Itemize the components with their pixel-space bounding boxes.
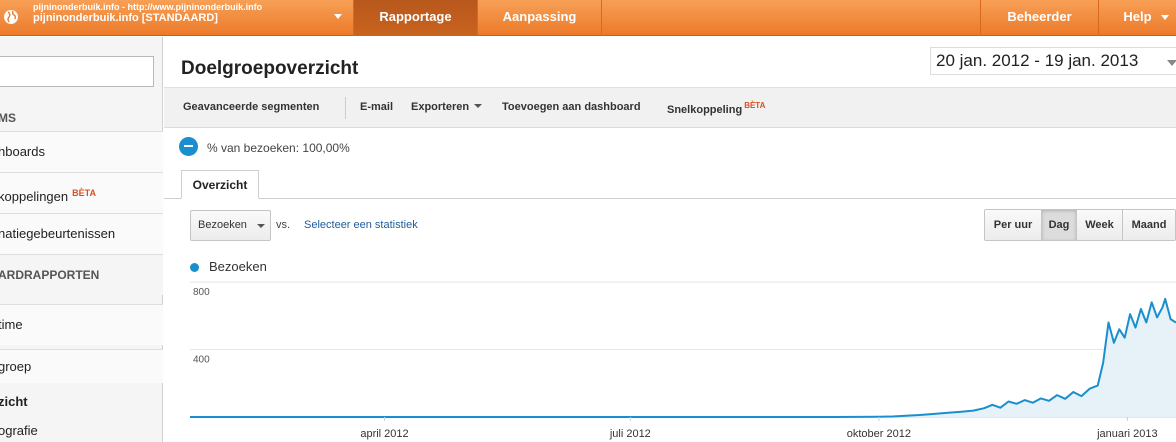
sidebar-heading-my: MS — [0, 111, 16, 125]
chevron-down-icon[interactable] — [334, 14, 342, 19]
top-navigation-bar: pijninonderbuik.info - http://www.pijnin… — [0, 0, 1176, 36]
sidebar-item-label: zicht — [0, 394, 28, 409]
page-title: Doelgroepoverzicht — [181, 58, 359, 79]
tab-aanpassing[interactable]: Aanpassing — [477, 0, 601, 36]
add-to-dashboard-button[interactable]: Toevoegen aan dashboard — [502, 101, 641, 113]
sidebar-item-label: groep — [0, 359, 32, 374]
main-content: Doelgroepoverzicht 20 jan. 2012 - 19 jan… — [164, 37, 1176, 442]
select-metric-link[interactable]: Selecteer een statistiek — [304, 219, 418, 231]
shortcut-button[interactable]: Snelkoppeling BÈTA — [667, 101, 765, 116]
legend-label: Bezoeken — [209, 259, 267, 274]
series-line-bezoeken — [190, 297, 1176, 418]
sidebar: MS hboards koppelingen BÈTA natiegebeurte… — [0, 37, 163, 442]
globe-icon — [4, 10, 18, 24]
chevron-down-icon — [257, 224, 265, 228]
sidebar-item-shortcuts[interactable]: koppelingen BÈTA — [0, 172, 163, 213]
account-profile: pijninonderbuik.info [STANDAARD] — [33, 12, 218, 24]
tab-rapportage[interactable]: Rapportage — [353, 0, 477, 36]
beta-badge: BÈTA — [72, 188, 96, 198]
segment-summary: % van bezoeken: 100,00% — [207, 141, 350, 155]
tab-overview[interactable]: Overzicht — [181, 170, 259, 199]
report-toolbar: Geavanceerde segmenten E-mail Exporteren… — [164, 87, 1176, 128]
x-tick-label: januari 2013 — [1096, 428, 1158, 440]
sidebar-item-label: natiegebeurtenissen — [0, 226, 116, 241]
advanced-segments-button[interactable]: Geavanceerde segmenten — [183, 101, 319, 113]
export-button[interactable]: Exporteren — [411, 101, 483, 113]
metric-value: Bezoeken — [198, 219, 247, 231]
toolbar-divider — [345, 97, 346, 119]
beta-badge: BÈTA — [744, 101, 766, 110]
sidebar-item-audience[interactable]: groep — [0, 349, 163, 383]
series-area-bezoeken — [190, 298, 1176, 417]
y-tick-label: 400 — [193, 355, 210, 366]
chevron-down-icon — [1161, 15, 1169, 20]
sidebar-item-label: time — [0, 317, 23, 332]
chevron-down-icon — [474, 104, 483, 108]
visits-chart: 800 400 april 2012 juli 2012 oktober 2012 jan… — [190, 281, 1176, 440]
sidebar-item-demographics[interactable]: ografie — [0, 414, 163, 442]
sidebar-item-label: koppelingen — [0, 189, 69, 204]
search-input[interactable] — [0, 56, 154, 87]
sidebar-item-dashboards[interactable]: hboards — [0, 131, 163, 172]
account-selector[interactable]: pijninonderbuik.info - http://www.pijnin… — [33, 2, 262, 24]
sidebar-heading-standard-reports: ARDRAPPORTEN — [0, 254, 163, 295]
chevron-down-icon — [1167, 60, 1176, 66]
help-label: Help — [1123, 9, 1152, 24]
period-hour-button[interactable]: Per uur — [985, 210, 1041, 240]
sidebar-item-realtime[interactable]: time — [0, 304, 163, 345]
sidebar-item-label: ografie — [0, 423, 38, 438]
tab-help[interactable]: Help — [1098, 0, 1176, 36]
sidebar-item-label: hboards — [0, 144, 45, 159]
period-week-button[interactable]: Week — [1076, 210, 1122, 240]
date-range-value: 20 jan. 2012 - 19 jan. 2013 — [936, 51, 1139, 70]
x-tick-label: oktober 2012 — [847, 428, 911, 440]
metric-dropdown[interactable]: Bezoeken — [190, 210, 271, 241]
tab-beheerder[interactable]: Beheerder — [980, 0, 1098, 36]
vs-label: vs. — [276, 219, 291, 231]
legend-marker — [190, 263, 199, 272]
date-range-picker[interactable]: 20 jan. 2012 - 19 jan. 2013 — [930, 47, 1176, 75]
tab-strip-line — [164, 198, 1176, 199]
export-label: Exporteren — [411, 101, 470, 113]
period-day-button[interactable]: Dag — [1041, 210, 1076, 240]
tab-divider — [601, 0, 602, 36]
period-toggle: Per uur Dag Week Maand — [984, 209, 1176, 241]
sidebar-item-intelligence-events[interactable]: natiegebeurtenissen — [0, 213, 163, 254]
x-tick-label: april 2012 — [360, 428, 408, 440]
segment-minus-icon[interactable] — [179, 137, 198, 156]
shortcut-label: Snelkoppeling — [667, 104, 743, 116]
period-month-button[interactable]: Maand — [1122, 210, 1175, 240]
x-tick-label: juli 2012 — [609, 428, 651, 440]
email-button[interactable]: E-mail — [360, 101, 393, 113]
y-tick-label: 800 — [193, 287, 210, 298]
